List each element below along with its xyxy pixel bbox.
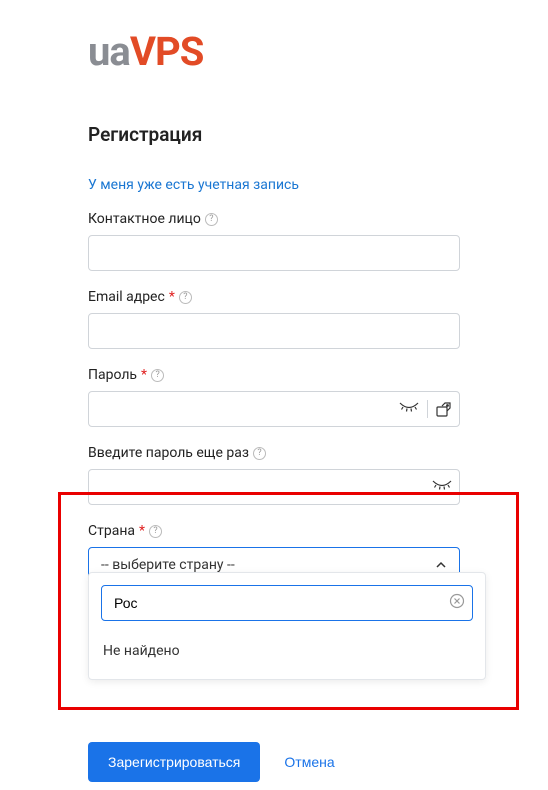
submit-button[interactable]: Зарегистрироваться: [88, 742, 260, 782]
email-label: Email адрес: [88, 289, 165, 305]
field-contact: Контактное лицо ?: [88, 211, 460, 271]
help-icon[interactable]: ?: [253, 447, 266, 460]
contact-label: Контактное лицо: [88, 211, 201, 227]
password2-label: Введите пароль еще раз: [88, 445, 249, 461]
country-label: Страна: [88, 523, 135, 539]
chevron-up-icon: [435, 559, 447, 571]
icon-divider: [427, 400, 428, 418]
required-marker: *: [141, 367, 147, 383]
field-email: Email адрес* ?: [88, 289, 460, 349]
eye-icon[interactable]: [432, 480, 452, 494]
country-search-input[interactable]: [101, 585, 473, 621]
page-title: Регистрация: [88, 123, 460, 146]
form-buttons: Зарегистрироваться Отмена: [88, 742, 335, 782]
logo: uaVPS: [88, 28, 460, 75]
password2-label-row: Введите пароль еще раз ?: [88, 445, 460, 461]
required-marker: *: [139, 523, 145, 539]
eye-icon[interactable]: [399, 402, 419, 416]
existing-account-link[interactable]: У меня уже есть учетная запись: [88, 177, 299, 193]
password-label: Пароль: [88, 367, 137, 383]
help-icon[interactable]: ?: [149, 525, 162, 538]
contact-label-row: Контактное лицо ?: [88, 211, 460, 227]
cancel-button[interactable]: Отмена: [284, 754, 334, 770]
password-confirm-input[interactable]: [88, 469, 460, 505]
logo-part-ua: ua: [88, 28, 130, 75]
country-label-row: Страна* ?: [88, 523, 460, 539]
generate-password-icon[interactable]: [436, 401, 452, 417]
email-input[interactable]: [88, 313, 460, 349]
email-label-row: Email адрес* ?: [88, 289, 460, 305]
field-password: Пароль* ?: [88, 367, 460, 427]
country-dropdown: Не найдено: [88, 572, 486, 680]
contact-input[interactable]: [88, 235, 460, 271]
help-icon[interactable]: ?: [179, 291, 192, 304]
required-marker: *: [169, 289, 175, 305]
clear-search-icon[interactable]: [449, 593, 465, 613]
password-label-row: Пароль* ?: [88, 367, 460, 383]
help-icon[interactable]: ?: [205, 213, 218, 226]
no-results-text: Не найдено: [101, 639, 473, 667]
field-password-confirm: Введите пароль еще раз ?: [88, 445, 460, 505]
logo-part-vps: VPS: [130, 28, 204, 75]
country-select-placeholder: -- выберите страну --: [101, 557, 235, 573]
help-icon[interactable]: ?: [151, 369, 164, 382]
